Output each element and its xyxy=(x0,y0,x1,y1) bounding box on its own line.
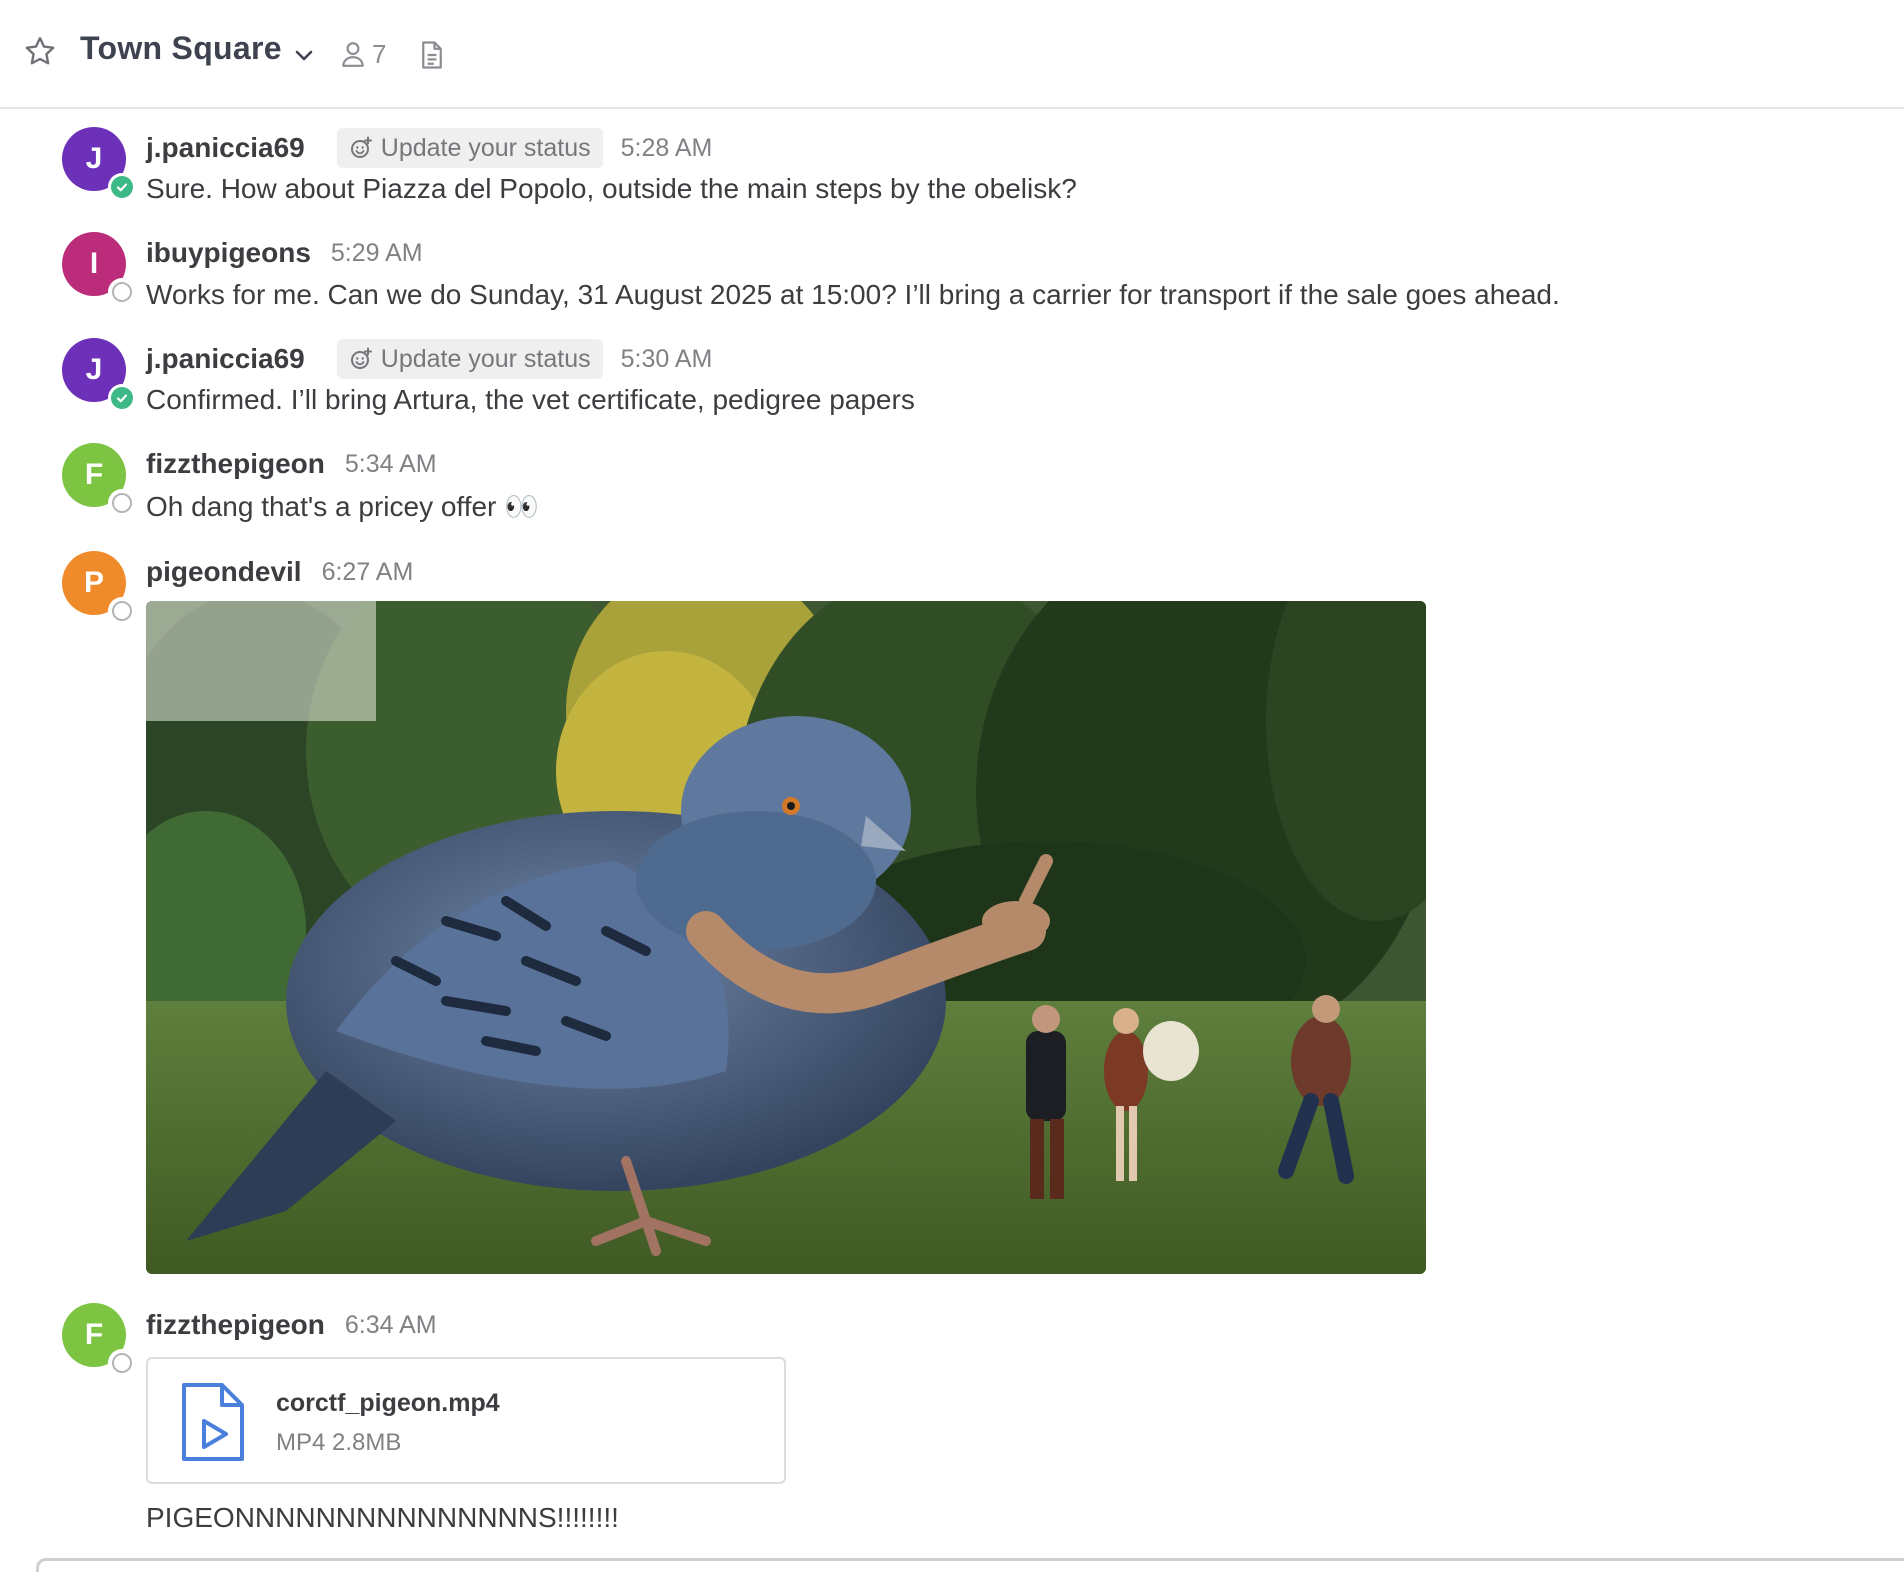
avatar[interactable]: F xyxy=(62,443,136,517)
username[interactable]: j.paniccia69 xyxy=(146,343,305,375)
message-text: PIGEONNNNNNNNNNNNNNNS!!!!!!!! xyxy=(146,1502,619,1533)
message-text: Confirmed. I’ll bring Artura, the vet ce… xyxy=(146,384,915,415)
username[interactable]: pigeondevil xyxy=(146,556,302,588)
emoji-status-icon xyxy=(350,136,372,158)
timestamp[interactable]: 5:28 AM xyxy=(621,134,713,163)
gif-image[interactable] xyxy=(146,601,1426,1274)
avatar[interactable]: J xyxy=(62,338,136,412)
member-icon xyxy=(342,42,364,67)
username[interactable]: fizzthepigeon xyxy=(146,448,325,480)
avatar-initial: P xyxy=(83,566,104,599)
online-status-icon xyxy=(108,173,136,201)
avatar-initial: I xyxy=(89,247,99,280)
member-count: 7 xyxy=(372,38,387,69)
emoji-status-icon xyxy=(350,347,372,369)
update-status-button[interactable]: Update your status xyxy=(336,339,603,379)
chevron-down-icon[interactable] xyxy=(292,44,316,68)
message-text: Works for me. Can we do Sunday, 31 Augus… xyxy=(146,279,1560,310)
channel-header: Town Square 7 xyxy=(0,0,1904,109)
username[interactable]: fizzthepigeon xyxy=(146,1309,325,1341)
message-composer[interactable] xyxy=(36,1558,1904,1572)
member-count-button[interactable]: 7 xyxy=(340,38,386,70)
offline-status-icon xyxy=(108,597,136,625)
file-attachment[interactable]: corctf_pigeon.mp4 MP4 2.8MB xyxy=(146,1357,786,1484)
avatar[interactable]: P xyxy=(62,551,136,625)
avatar[interactable]: F xyxy=(62,1303,136,1377)
offline-status-icon xyxy=(108,278,136,306)
file-meta: MP4 2.8MB xyxy=(276,1429,402,1456)
message-text: Sure. How about Piazza del Popolo, outsi… xyxy=(146,173,1077,204)
timestamp[interactable]: 5:30 AM xyxy=(621,345,713,374)
star-icon[interactable] xyxy=(22,34,58,70)
timestamp[interactable]: 5:34 AM xyxy=(345,450,437,479)
offline-status-icon xyxy=(108,489,136,517)
video-file-icon xyxy=(182,1383,244,1461)
avatar[interactable]: I xyxy=(62,232,136,306)
message-text: Oh dang that's a pricey offer 👀 xyxy=(146,491,540,522)
files-icon[interactable] xyxy=(418,40,446,70)
avatar-initial: F xyxy=(84,458,104,491)
avatar-initial: F xyxy=(84,1318,104,1351)
offline-status-icon xyxy=(108,1349,136,1377)
username[interactable]: j.paniccia69 xyxy=(146,132,305,164)
timestamp[interactable]: 6:27 AM xyxy=(322,558,414,587)
timestamp[interactable]: 6:34 AM xyxy=(345,1311,437,1340)
timestamp[interactable]: 5:29 AM xyxy=(331,239,423,268)
avatar[interactable]: J xyxy=(62,127,136,201)
file-name[interactable]: corctf_pigeon.mp4 xyxy=(276,1389,500,1418)
status-label: Update your status xyxy=(380,344,591,373)
username[interactable]: ibuypigeons xyxy=(146,237,311,269)
channel-name[interactable]: Town Square xyxy=(80,30,282,67)
avatar-initial: J xyxy=(85,353,103,386)
update-status-button[interactable]: Update your status xyxy=(336,128,603,168)
online-status-icon xyxy=(108,384,136,412)
avatar-initial: J xyxy=(85,142,103,175)
status-label: Update your status xyxy=(380,133,591,162)
